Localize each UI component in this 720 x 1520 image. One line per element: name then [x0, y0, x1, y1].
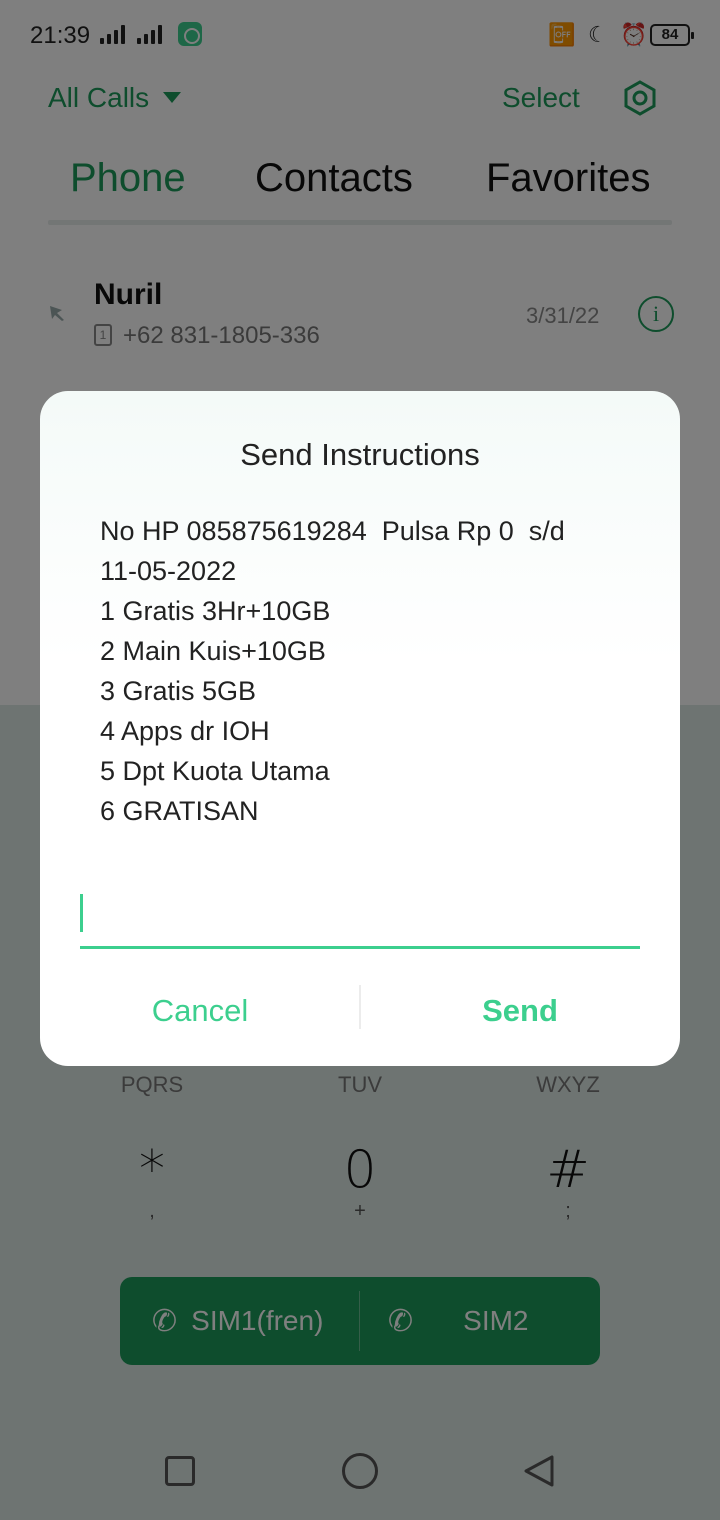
send-instructions-dialog: Send Instructions No HP 085875619284 Pul… [40, 391, 680, 1066]
message-line: 1 Gratis 3Hr+10GB [100, 596, 331, 626]
message-line: 2 Main Kuis+10GB [100, 636, 326, 666]
send-button[interactable]: Send [360, 981, 680, 1041]
text-cursor [80, 894, 83, 932]
message-line: 6 GRATISAN [100, 796, 259, 826]
dialog-actions: Cancel Send [40, 981, 680, 1041]
message-line: 11-05-2022 [100, 556, 237, 586]
dialog-title: Send Instructions [240, 437, 480, 472]
dialog-message: No HP 085875619284 Pulsa Rp 0 s/d 11-05-… [100, 511, 640, 831]
message-line: 5 Dpt Kuota Utama [100, 756, 330, 786]
cancel-button[interactable]: Cancel [40, 981, 360, 1041]
instruction-input[interactable] [80, 889, 640, 949]
message-line: 4 Apps dr IOH [100, 716, 270, 746]
message-line: No HP 085875619284 Pulsa Rp 0 s/d [100, 516, 565, 546]
message-line: 3 Gratis 5GB [100, 676, 257, 706]
